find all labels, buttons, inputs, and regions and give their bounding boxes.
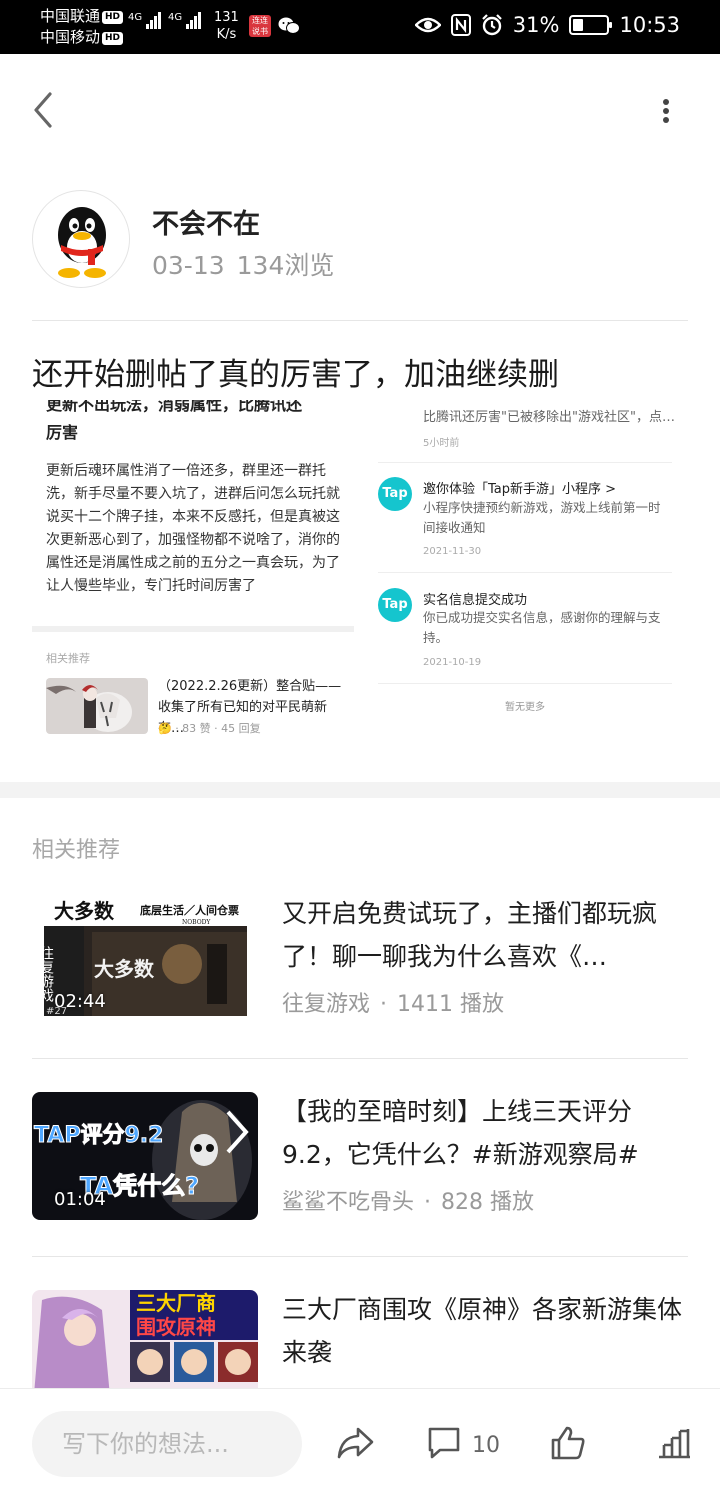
- thumbnail-caption: 围攻原神: [136, 1315, 216, 1339]
- system-status: 31% 10:53: [414, 13, 680, 37]
- battery-icon: [569, 15, 613, 35]
- network-speed: 131 K/s: [214, 10, 239, 42]
- screenshot-notice-body: 小程序快捷预约新游戏，游戏上线前第一时间接收通知: [423, 500, 661, 535]
- related-plays: 828 播放: [441, 1190, 535, 1215]
- screenshot-notice-date: 2021-11-30: [423, 546, 482, 557]
- tap-logo-icon: Tap: [378, 477, 412, 511]
- thumbnail-caption: 底层生活／人间仓票: [140, 903, 239, 917]
- bar-chart-icon: [659, 1429, 690, 1459]
- thumbnail-caption: TAP评分9.2: [34, 1123, 163, 1148]
- comment-icon: [428, 1427, 460, 1459]
- top-nav: [0, 54, 720, 166]
- screenshot-divider: [378, 572, 672, 573]
- related-meta: 往复游戏 · 1411 播放: [282, 992, 504, 1017]
- thumbnail-caption: 大多数: [54, 899, 115, 923]
- post-date: 03-13: [152, 251, 225, 280]
- related-section-label: 相关推荐: [32, 838, 121, 863]
- stats-button[interactable]: [656, 1425, 692, 1465]
- related-title[interactable]: 【我的至暗时刻】上线三天评分9.2，它凭什么？#新游观察局#: [282, 1090, 682, 1176]
- video-duration: 02:44: [54, 991, 106, 1012]
- signal-icon-1: 4G: [128, 12, 162, 29]
- author-name[interactable]: 不会不在: [152, 202, 260, 241]
- thumbnail-caption: 三大厂商: [136, 1291, 216, 1315]
- screenshot-divider: [378, 683, 672, 684]
- divider: [32, 320, 688, 321]
- screenshot-post-body: 更新后魂环属性消了一倍还多，群里还一群托洗，新手尽量不要入坑了，进群后问怎么玩托…: [46, 463, 340, 594]
- related-author: 鲨鲨不吃骨头: [282, 1190, 415, 1215]
- wechat-icon: [278, 16, 300, 36]
- battery-percent: 31%: [512, 13, 560, 37]
- post-meta: 03-13 134浏览: [152, 246, 334, 282]
- screenshot-notice-time: 5小时前: [423, 438, 460, 449]
- avatar[interactable]: [32, 190, 130, 288]
- screenshot-notice-cut: 比腾讯还厉害"已被移除出"游戏社区"，点…: [423, 410, 675, 425]
- screenshot-left-panel: 更新不出玩法，消弱属性，比腾讯还 厉害 更新后魂环属性消了一倍还多，群里还一群托…: [32, 400, 354, 760]
- hd-badge-1: HD: [102, 11, 124, 24]
- back-button[interactable]: [26, 88, 62, 132]
- related-title[interactable]: 三大厂商围攻《原神》各家新游集体来袭: [282, 1288, 682, 1374]
- share-button[interactable]: [336, 1425, 374, 1465]
- chevron-left-icon: [34, 92, 52, 128]
- screenshot-post-heading: 更新不出玩法，消弱属性，比腾讯还 厉害: [46, 400, 303, 442]
- share-icon: [337, 1427, 374, 1459]
- status-bar: 中国联通 HD 中国移动 HD 4G 4G 131 K/s 连连 说书 31% 10…: [0, 0, 720, 54]
- related-plays: 1411 播放: [397, 992, 504, 1017]
- comment-input[interactable]: 写下你的想法...: [32, 1411, 302, 1477]
- screenshot-divider: [32, 626, 354, 632]
- like-button[interactable]: [550, 1425, 586, 1465]
- related-item[interactable]: 大多数 底层生活／人间仓票 NOBODY 大多数 往复游戏 #27 02:44 …: [32, 894, 688, 1024]
- carrier-1: 中国联通: [40, 7, 101, 25]
- tap-logo-icon: Tap: [378, 588, 412, 622]
- clock: 10:53: [619, 13, 680, 37]
- thumbnail-caption: NOBODY: [182, 919, 211, 926]
- view-count: 134浏览: [236, 251, 335, 280]
- video-duration: 01:04: [54, 1189, 106, 1210]
- screenshot-notice-title: 实名信息提交成功: [423, 593, 528, 608]
- video-thumbnail[interactable]: TAP评分9.2 TA凭什么? 01:04: [32, 1092, 258, 1220]
- screenshot-notice-body: 你已成功提交实名信息，感谢你的理解与支持。: [423, 610, 661, 645]
- app-notification-icon: 连连 说书: [249, 15, 271, 37]
- eye-icon: [414, 17, 441, 33]
- screenshot-related-thumbnail: [46, 678, 148, 734]
- signal-icon-2: 4G: [168, 12, 202, 29]
- carrier-2: 中国移动: [40, 28, 101, 46]
- alarm-icon: [482, 14, 502, 36]
- qq-penguin-icon: [58, 207, 106, 278]
- thumbs-up-icon: [551, 1426, 585, 1460]
- related-item[interactable]: TAP评分9.2 TA凭什么? 01:04 【我的至暗时刻】上线三天评分9.2，…: [32, 1092, 688, 1222]
- hd-badge-2: HD: [102, 32, 124, 45]
- thumbnail-caption: 往复游戏: [38, 946, 54, 1003]
- carrier-info: 中国联通 HD 中国移动 HD: [40, 6, 124, 48]
- more-options-button[interactable]: [652, 94, 680, 128]
- video-thumbnail[interactable]: 大多数 底层生活／人间仓票 NOBODY 大多数 往复游戏 #27 02:44: [32, 894, 258, 1022]
- divider: [32, 1058, 688, 1059]
- screenshot-no-more: 暂无更多: [505, 702, 545, 713]
- screenshot-related-label: 相关推荐: [46, 652, 90, 665]
- post-title: 还开始删帖了真的厉害了，加油继续删: [32, 357, 559, 393]
- related-author: 往复游戏: [282, 992, 371, 1017]
- post-image[interactable]: 更新不出玩法，消弱属性，比腾讯还 厉害 更新后魂环属性消了一倍还多，群里还一群托…: [32, 400, 688, 760]
- author-header: 不会不在 03-13 134浏览: [32, 190, 688, 290]
- divider: [32, 1256, 688, 1257]
- screenshot-right-panel: 比腾讯还厉害"已被移除出"游戏社区"，点… 5小时前 Tap 邀你体验「Tap新…: [378, 400, 675, 760]
- bottom-action-bar: 写下你的想法... 10: [0, 1388, 720, 1496]
- section-divider: [0, 782, 720, 798]
- related-meta: 鲨鲨不吃骨头 · 828 播放: [282, 1190, 535, 1215]
- screenshot-notice-title: 邀你体验「Tap新手游」小程序 >: [423, 482, 617, 497]
- more-dots-icon: [663, 99, 669, 105]
- screenshot-notice-date: 2021-10-19: [423, 657, 482, 668]
- thumbnail-caption: 大多数: [94, 957, 155, 981]
- screenshot-divider: [378, 462, 672, 463]
- related-title[interactable]: 又开启免费试玩了，主播们都玩疯了！聊一聊我为什么喜欢《…: [282, 892, 682, 978]
- nfc-icon: [450, 14, 471, 36]
- comment-count: 10: [472, 1433, 500, 1458]
- screenshot-related-meta: 🤔 · 83 赞 · 45 回复: [158, 722, 261, 735]
- comment-button[interactable]: [426, 1425, 462, 1465]
